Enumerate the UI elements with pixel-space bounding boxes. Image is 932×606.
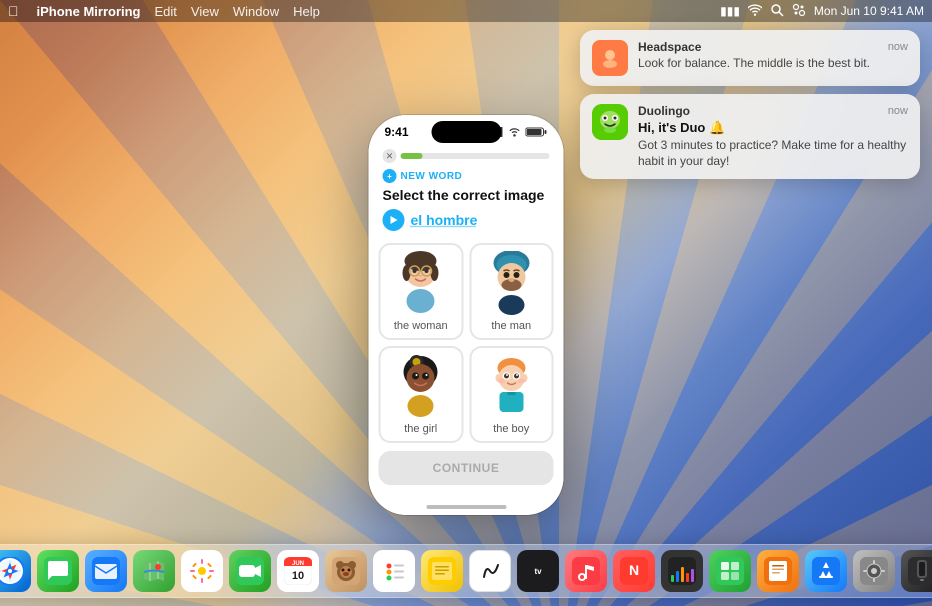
dock-numbers[interactable] bbox=[709, 550, 751, 592]
dynamic-island bbox=[431, 121, 501, 143]
duolingo-body: Got 3 minutes to practice? Make time for… bbox=[638, 138, 908, 169]
svg-text:N: N bbox=[629, 562, 639, 578]
duolingo-content: Duolingo now Hi, it's Duo 🔔 Got 3 minute… bbox=[638, 104, 908, 169]
dock-appstore[interactable] bbox=[805, 550, 847, 592]
headspace-content: Headspace now Look for balance. The midd… bbox=[638, 40, 908, 72]
svg-text:tv: tv bbox=[534, 567, 542, 576]
dock-freeform[interactable] bbox=[469, 550, 511, 592]
svg-text:JUN: JUN bbox=[292, 561, 304, 567]
notification-headspace[interactable]: Headspace now Look for balance. The midd… bbox=[580, 30, 920, 86]
dock-news[interactable]: N bbox=[613, 550, 655, 592]
duolingo-time: now bbox=[888, 105, 908, 117]
woman-image bbox=[391, 251, 451, 316]
dock-maps[interactable] bbox=[133, 550, 175, 592]
duolingo-app-name: Duolingo bbox=[638, 104, 690, 118]
duolingo-header: Duolingo now bbox=[638, 104, 908, 118]
notifications-panel: Headspace now Look for balance. The midd… bbox=[580, 30, 920, 179]
iphone-time: 9:41 bbox=[385, 125, 409, 139]
new-word-label: NEW WORD bbox=[401, 171, 463, 182]
menubar-search-icon[interactable] bbox=[770, 3, 784, 20]
headspace-app-name: Headspace bbox=[638, 40, 701, 54]
wifi-signal-icon bbox=[508, 127, 522, 137]
new-word-badge: + NEW WORD bbox=[383, 169, 550, 183]
menubar:  iPhone Mirroring Edit View Window Help… bbox=[0, 0, 932, 22]
continue-button[interactable]: CONTINUE bbox=[379, 451, 554, 485]
man-label: the man bbox=[491, 320, 531, 332]
dock-safari[interactable] bbox=[0, 550, 31, 592]
man-image bbox=[481, 251, 541, 316]
option-girl[interactable]: the girl bbox=[379, 346, 464, 443]
menubar-right: ▮▮▮ Mon Jun 10 9:41 AM bbox=[720, 3, 924, 20]
battery-icon bbox=[526, 127, 548, 137]
menubar-view[interactable]: View bbox=[191, 4, 219, 19]
app-header: ✕ + NEW WORD Select the correct image bbox=[369, 143, 564, 243]
dock-reminders[interactable] bbox=[373, 550, 415, 592]
apple-menu-icon[interactable]:  bbox=[8, 3, 19, 19]
target-word[interactable]: el hombre bbox=[411, 212, 478, 228]
dock: JUN 10 bbox=[0, 544, 932, 598]
headspace-body: Look for balance. The middle is the best… bbox=[638, 56, 908, 72]
iphone-mirror: 9:41 bbox=[369, 115, 564, 515]
dock-pages[interactable] bbox=[757, 550, 799, 592]
menubar-left:  iPhone Mirroring Edit View Window Help bbox=[8, 3, 320, 19]
headspace-header: Headspace now bbox=[638, 40, 908, 54]
dock-music[interactable] bbox=[565, 550, 607, 592]
girl-label: the girl bbox=[404, 423, 437, 435]
close-button[interactable]: ✕ bbox=[383, 149, 397, 163]
dock-mail[interactable] bbox=[85, 550, 127, 592]
boy-label: the boy bbox=[493, 423, 529, 435]
dock-facetime[interactable] bbox=[229, 550, 271, 592]
menubar-window[interactable]: Window bbox=[233, 4, 279, 19]
notification-duolingo[interactable]: Duolingo now Hi, it's Duo 🔔 Got 3 minute… bbox=[580, 94, 920, 179]
image-grid: the woman bbox=[369, 243, 564, 443]
new-word-icon: + bbox=[383, 169, 397, 183]
duolingo-title: Hi, it's Duo 🔔 bbox=[638, 120, 908, 136]
question-text: Select the correct image bbox=[383, 187, 550, 203]
menubar-time[interactable]: Mon Jun 10 9:41 AM bbox=[814, 4, 924, 18]
home-indicator bbox=[426, 505, 506, 509]
option-woman[interactable]: the woman bbox=[379, 243, 464, 340]
girl-image bbox=[391, 354, 451, 419]
word-audio-row: el hombre bbox=[383, 209, 550, 231]
menubar-help[interactable]: Help bbox=[293, 4, 320, 19]
menubar-control-center-icon[interactable] bbox=[792, 3, 806, 20]
progress-bar bbox=[401, 153, 550, 159]
menubar-app-name[interactable]: iPhone Mirroring bbox=[37, 4, 141, 19]
iphone-frame: 9:41 bbox=[369, 115, 564, 515]
dock-bear[interactable] bbox=[325, 550, 367, 592]
woman-label: the woman bbox=[394, 320, 448, 332]
dock-notes[interactable] bbox=[421, 550, 463, 592]
option-boy[interactable]: the boy bbox=[469, 346, 554, 443]
dock-istat[interactable] bbox=[661, 550, 703, 592]
iphone-app-content: ✕ + NEW WORD Select the correct image bbox=[369, 143, 564, 515]
audio-button[interactable] bbox=[383, 209, 405, 231]
iphone-status-bar: 9:41 bbox=[369, 115, 564, 143]
duolingo-icon bbox=[592, 104, 628, 140]
dock-calendar[interactable]: JUN 10 bbox=[277, 550, 319, 592]
headspace-time: now bbox=[888, 41, 908, 53]
dock-iphonemirroring[interactable] bbox=[901, 550, 932, 592]
headspace-icon bbox=[592, 40, 628, 76]
continue-container: CONTINUE bbox=[369, 443, 564, 491]
menubar-edit[interactable]: Edit bbox=[155, 4, 177, 19]
dock-systemprefs[interactable] bbox=[853, 550, 895, 592]
dock-appletv[interactable]: tv bbox=[517, 550, 559, 592]
svg-text:10: 10 bbox=[292, 570, 304, 582]
dock-messages[interactable] bbox=[37, 550, 79, 592]
progress-fill bbox=[401, 153, 423, 159]
app-top-bar: ✕ bbox=[383, 149, 550, 163]
menubar-battery-icon: ▮▮▮ bbox=[720, 4, 740, 18]
boy-image bbox=[481, 354, 541, 419]
dock-photos[interactable] bbox=[181, 550, 223, 592]
menubar-wifi-icon bbox=[748, 4, 762, 19]
option-man[interactable]: the man bbox=[469, 243, 554, 340]
